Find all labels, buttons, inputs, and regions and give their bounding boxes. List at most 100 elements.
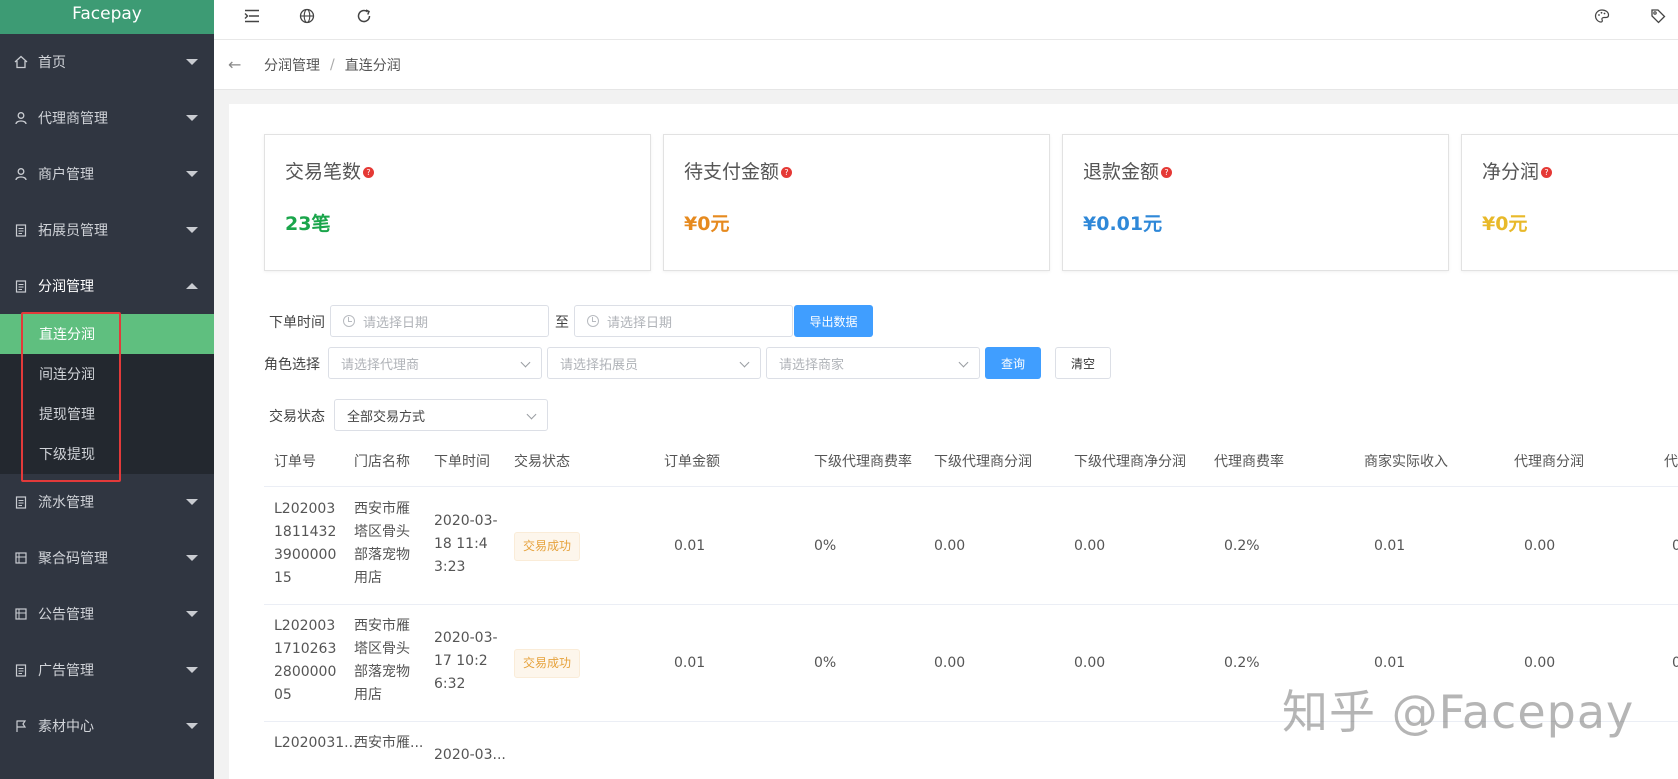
cell-store: 西安市雁... <box>354 735 424 751</box>
sidebar-item-label: 公告管理 <box>38 607 94 623</box>
chevron-down-icon <box>186 59 198 65</box>
sidebar-item-label: 拓展员管理 <box>38 223 108 239</box>
back-arrow-icon[interactable]: ← <box>228 55 248 74</box>
help-icon[interactable]: ? <box>1541 167 1553 178</box>
help-icon[interactable]: ? <box>781 167 793 178</box>
stat-title: 净分润 <box>1482 161 1540 183</box>
merchant-select[interactable]: 请选择商家 <box>766 347 980 379</box>
cell-order-time: 2020-03-17 10:26:32 <box>434 630 498 692</box>
sidebar-item-flow[interactable]: 流水管理 <box>0 474 214 530</box>
cell-store: 西安市雁塔区骨头部落宠物用店 <box>354 501 410 586</box>
breadcrumb: ← 分润管理 / 直连分润 <box>214 40 1678 90</box>
cell-sub-rate: 0% <box>814 538 837 554</box>
cell-sub-net: 0.00 <box>1074 655 1106 671</box>
col-sub-profit: 下级代理商分润 <box>934 454 1032 470</box>
grid-icon <box>14 607 28 621</box>
date-end-input[interactable]: 请选择日期 <box>574 305 793 337</box>
palette-icon[interactable] <box>1592 6 1612 26</box>
help-icon[interactable]: ? <box>1161 167 1173 178</box>
globe-icon[interactable] <box>297 6 317 26</box>
cell-sub-profit: 0.00 <box>934 538 966 554</box>
status-badge: 交易成功 <box>514 649 581 678</box>
chevron-down-icon <box>186 667 198 673</box>
stat-card-net-profit: 净分润? ¥0元 <box>1461 134 1678 271</box>
search-button[interactable]: 查询 <box>985 347 1041 379</box>
agent-select[interactable]: 请选择代理商 <box>328 347 542 379</box>
user-icon <box>14 111 28 125</box>
sidebar-item-label: 首页 <box>38 55 66 71</box>
sidebar-item-ads[interactable]: 广告管理 <box>0 642 214 698</box>
sidebar-item-label: 代理商管理 <box>38 111 108 127</box>
chevron-down-icon <box>186 723 198 729</box>
menu-fold-icon[interactable] <box>242 6 262 26</box>
to-label: 至 <box>555 315 569 331</box>
sidebar-item-promoter[interactable]: 拓展员管理 <box>0 202 214 258</box>
cell-extra: 0 <box>1672 538 1678 554</box>
chevron-down-icon <box>186 611 198 617</box>
home-icon <box>14 55 28 69</box>
col-store: 门店名称 <box>354 454 410 470</box>
sidebar-subitem-direct-profit[interactable]: 直连分润 <box>0 314 214 354</box>
tag-icon[interactable] <box>1648 6 1668 26</box>
chevron-down-icon <box>958 357 969 368</box>
sidebar-subitem-indirect-profit[interactable]: 间连分润 <box>0 354 214 394</box>
col-extra: 代 <box>1664 454 1678 470</box>
export-button[interactable]: 导出数据 <box>794 305 873 337</box>
clipboard-icon <box>14 223 28 237</box>
chevron-down-icon <box>186 555 198 561</box>
help-icon[interactable]: ? <box>363 167 375 178</box>
sidebar-item-label: 商户管理 <box>38 167 94 183</box>
promoter-select-placeholder: 请选择拓展员 <box>560 357 639 373</box>
sidebar-submenu: 直连分润 间连分润 提现管理 下级提现 <box>0 314 214 474</box>
user-icon <box>14 167 28 181</box>
stat-card-refund: 退款金额? ¥0.01元 <box>1062 134 1449 271</box>
top-bar <box>214 0 1678 40</box>
chevron-down-icon <box>526 409 537 420</box>
chevron-down-icon <box>186 499 198 505</box>
col-order-no: 订单号 <box>274 454 316 470</box>
sidebar-subitem-sub-withdraw[interactable]: 下级提现 <box>0 434 214 474</box>
clear-button[interactable]: 清空 <box>1055 347 1111 379</box>
cell-order-no: L2020031... <box>274 735 358 751</box>
col-merchant-income: 商家实际收入 <box>1364 454 1448 470</box>
sidebar: Facepay 首页 代理商管理 商户管理 拓展员管理 分润管理 直连分润 间连… <box>0 0 214 779</box>
order-time-label: 下单时间 <box>269 315 325 331</box>
clipboard-icon <box>14 663 28 677</box>
sidebar-item-home[interactable]: 首页 <box>0 34 214 90</box>
table-row[interactable]: L2020031811432390000015 西安市雁塔区骨头部落宠物用店 2… <box>264 488 1678 605</box>
sidebar-item-label: 流水管理 <box>38 495 94 511</box>
stat-card-transactions: 交易笔数? 23笔 <box>264 134 651 271</box>
sidebar-item-label: 分润管理 <box>38 279 94 295</box>
status-label: 交易状态 <box>269 409 325 425</box>
col-agent-rate: 代理商费率 <box>1214 454 1284 470</box>
date-start-input[interactable]: 请选择日期 <box>330 305 549 337</box>
sidebar-item-qrcode[interactable]: 聚合码管理 <box>0 530 214 586</box>
sidebar-item-materials[interactable]: 素材中心 <box>0 698 214 754</box>
table-header: 订单号 门店名称 下单时间 交易状态 订单金额 下级代理商费率 下级代理商分润 … <box>264 437 1678 487</box>
cell-store: 西安市雁塔区骨头部落宠物用店 <box>354 618 410 703</box>
sidebar-item-label: 广告管理 <box>38 663 94 679</box>
stat-title: 待支付金额 <box>684 161 780 183</box>
sidebar-subitem-withdraw[interactable]: 提现管理 <box>0 394 214 434</box>
merchant-select-placeholder: 请选择商家 <box>779 357 845 373</box>
cell-order-no: L2020031710263280000005 <box>274 618 337 703</box>
cell-merchant-income: 0.01 <box>1374 538 1406 554</box>
status-badge: 交易成功 <box>514 532 581 561</box>
stat-title: 退款金额 <box>1083 161 1160 183</box>
promoter-select[interactable]: 请选择拓展员 <box>547 347 761 379</box>
cell-order-no: L2020031811432390000015 <box>274 501 337 586</box>
flag-icon <box>14 719 28 733</box>
clipboard-icon <box>14 495 28 509</box>
refresh-icon[interactable] <box>354 6 374 26</box>
cell-agent-rate: 0.2% <box>1224 655 1260 671</box>
sidebar-item-notice[interactable]: 公告管理 <box>0 586 214 642</box>
chevron-down-icon <box>186 171 198 177</box>
chevron-down-icon <box>520 357 531 368</box>
status-select[interactable]: 全部交易方式 <box>334 399 548 431</box>
sidebar-item-merchant[interactable]: 商户管理 <box>0 146 214 202</box>
cell-amount: 0.01 <box>674 538 706 554</box>
sidebar-item-agent[interactable]: 代理商管理 <box>0 90 214 146</box>
sidebar-item-profit[interactable]: 分润管理 <box>0 258 214 314</box>
breadcrumb-current: 直连分润 <box>344 57 401 74</box>
breadcrumb-parent[interactable]: 分润管理 <box>264 55 320 75</box>
